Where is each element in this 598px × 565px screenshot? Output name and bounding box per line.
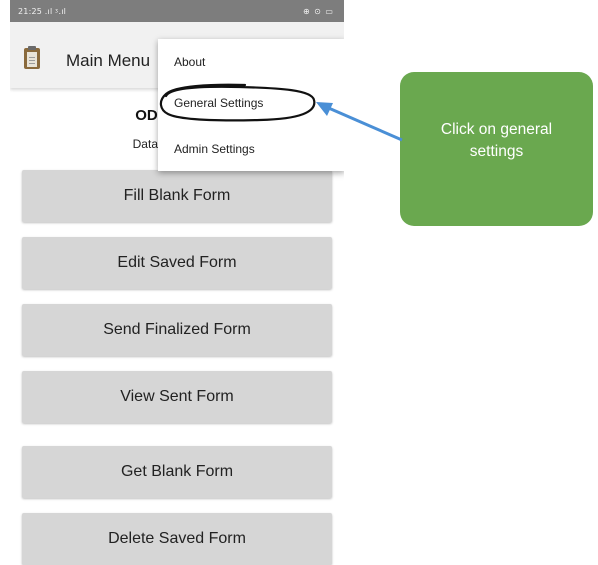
send-finalized-form-button[interactable]: Send Finalized Form bbox=[22, 304, 332, 356]
status-icons: ⊕ ⊙ ▭ bbox=[302, 7, 334, 16]
status-time: 21:25 .ıl ᶾ.ıl bbox=[18, 7, 67, 16]
menu-item-general-settings[interactable]: General Settings bbox=[174, 96, 263, 110]
delete-saved-form-button[interactable]: Delete Saved Form bbox=[22, 513, 332, 565]
action-bar-title: Main Menu bbox=[66, 51, 151, 70]
phone-screen: 21:25 .ıl ᶾ.ıl ⊕ ⊙ ▭ Main Menu ODK Co Da… bbox=[10, 0, 344, 565]
view-sent-form-button[interactable]: View Sent Form bbox=[22, 371, 332, 423]
menu-item-admin-settings[interactable]: Admin Settings bbox=[174, 142, 255, 156]
menu-item-about[interactable]: About bbox=[174, 55, 205, 69]
get-blank-form-button[interactable]: Get Blank Form bbox=[22, 446, 332, 498]
clipboard-icon bbox=[24, 46, 40, 69]
status-bar: 21:25 .ıl ᶾ.ıl ⊕ ⊙ ▭ bbox=[10, 0, 344, 22]
annotation-text: Click on general settings bbox=[440, 121, 553, 160]
fill-blank-form-button[interactable]: Fill Blank Form bbox=[22, 170, 332, 222]
overflow-menu: About General Settings Admin Settings bbox=[158, 39, 344, 171]
edit-saved-form-button[interactable]: Edit Saved Form bbox=[22, 237, 332, 289]
annotation-callout: Click on general settings bbox=[400, 72, 593, 226]
